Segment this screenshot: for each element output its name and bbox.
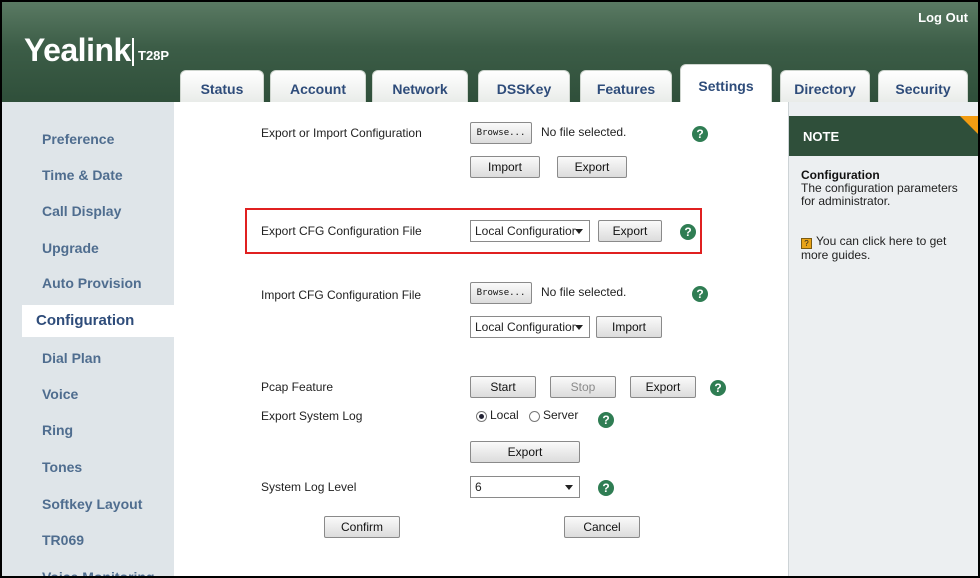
help-icon-2[interactable]: ? [680,224,696,240]
browse-button-2[interactable]: Browse... [470,282,532,304]
tab-settings[interactable]: Settings [680,64,772,106]
chevron-down-icon [575,325,583,330]
logo-divider [132,38,134,66]
log-level-value: 6 [475,480,482,494]
log-level-select[interactable]: 6 [470,476,580,498]
export-log-button[interactable]: Export [470,441,580,463]
nav-ring[interactable]: Ring [42,422,73,438]
tab-account[interactable]: Account [270,70,366,106]
pcap-stop-button[interactable]: Stop [550,376,616,398]
export-cfg-select-value: Local Configuratior [475,224,576,238]
chevron-down-icon [565,485,573,490]
tab-dsskey[interactable]: DSSKey [478,70,570,106]
radio-local[interactable] [476,411,487,422]
chevron-down-icon [575,229,583,234]
import-cfg-select-value: Local Configuratior [475,320,576,334]
nav-time-date[interactable]: Time & Date [42,167,123,183]
nav-voice-monitoring[interactable]: Voice Monitoring [42,569,155,576]
import-cfg-button[interactable]: Import [596,316,662,338]
confirm-button[interactable]: Confirm [324,516,400,538]
note-corner-flag [960,116,978,134]
browse-button-1[interactable]: Browse... [470,122,532,144]
help-icon-1[interactable]: ? [692,126,708,142]
nav-auto-provision[interactable]: Auto Provision [42,275,142,291]
pcap-start-button[interactable]: Start [470,376,536,398]
note-text: The configuration parameters for adminis… [801,181,958,208]
import-button-1[interactable]: Import [470,156,540,178]
note-panel: NOTE Configuration The configuration par… [788,102,978,576]
logout-link[interactable]: Log Out [918,10,968,25]
header-bar: Yealink T28P Log Out Status Account Netw… [2,2,978,106]
left-nav: Preference Time & Date Call Display Upgr… [2,102,174,576]
export-log-label: Export System Log [261,409,363,423]
no-file-label-2: No file selected. [541,285,627,299]
tab-directory[interactable]: Directory [780,70,870,106]
nav-tr069[interactable]: TR069 [42,532,84,548]
export-cfg-label: Export CFG Configuration File [261,224,422,238]
radio-local-label: Local [490,408,519,422]
tab-security[interactable]: Security [878,70,968,106]
nav-voice[interactable]: Voice [42,386,78,402]
nav-upgrade[interactable]: Upgrade [42,240,99,256]
nav-preference[interactable]: Preference [42,131,114,147]
note-header: NOTE [789,116,978,156]
note-title: Configuration [801,168,880,182]
cancel-button[interactable]: Cancel [564,516,640,538]
help-icon-5[interactable]: ? [598,412,614,428]
no-file-label-1: No file selected. [541,125,627,139]
browser-frame: Yealink T28P Log Out Status Account Netw… [0,0,980,578]
log-level-label: System Log Level [261,480,357,494]
nav-softkey-layout[interactable]: Softkey Layout [42,496,142,512]
pcap-export-button[interactable]: Export [630,376,696,398]
help-icon-6[interactable]: ? [598,480,614,496]
nav-dial-plan[interactable]: Dial Plan [42,350,101,366]
import-cfg-label: Import CFG Configuration File [261,288,422,302]
yealink-logo: Yealink [24,32,131,68]
export-import-label: Export or Import Configuration [261,126,422,140]
note-guide-link[interactable]: ? You can click here to get more guides. [801,235,973,262]
configuration-panel: Export or Import Configuration Browse...… [174,102,788,576]
tab-features[interactable]: Features [580,70,672,106]
nav-tones[interactable]: Tones [42,459,82,475]
export-cfg-select[interactable]: Local Configuratior [470,220,590,242]
tab-status[interactable]: Status [180,70,264,106]
export-button-1[interactable]: Export [557,156,627,178]
model-label: T28P [138,48,170,63]
radio-server[interactable] [529,411,540,422]
help-icon-4[interactable]: ? [710,380,726,396]
nav-call-display[interactable]: Call Display [42,203,121,219]
tab-network[interactable]: Network [372,70,468,106]
help-icon-3[interactable]: ? [692,286,708,302]
export-cfg-button[interactable]: Export [598,220,662,242]
nav-configuration[interactable]: Configuration [22,305,174,337]
note-guide-text: You can click here to get more guides. [801,234,947,262]
radio-server-label: Server [543,408,579,422]
import-cfg-select[interactable]: Local Configuratior [470,316,590,338]
pcap-label: Pcap Feature [261,380,334,394]
